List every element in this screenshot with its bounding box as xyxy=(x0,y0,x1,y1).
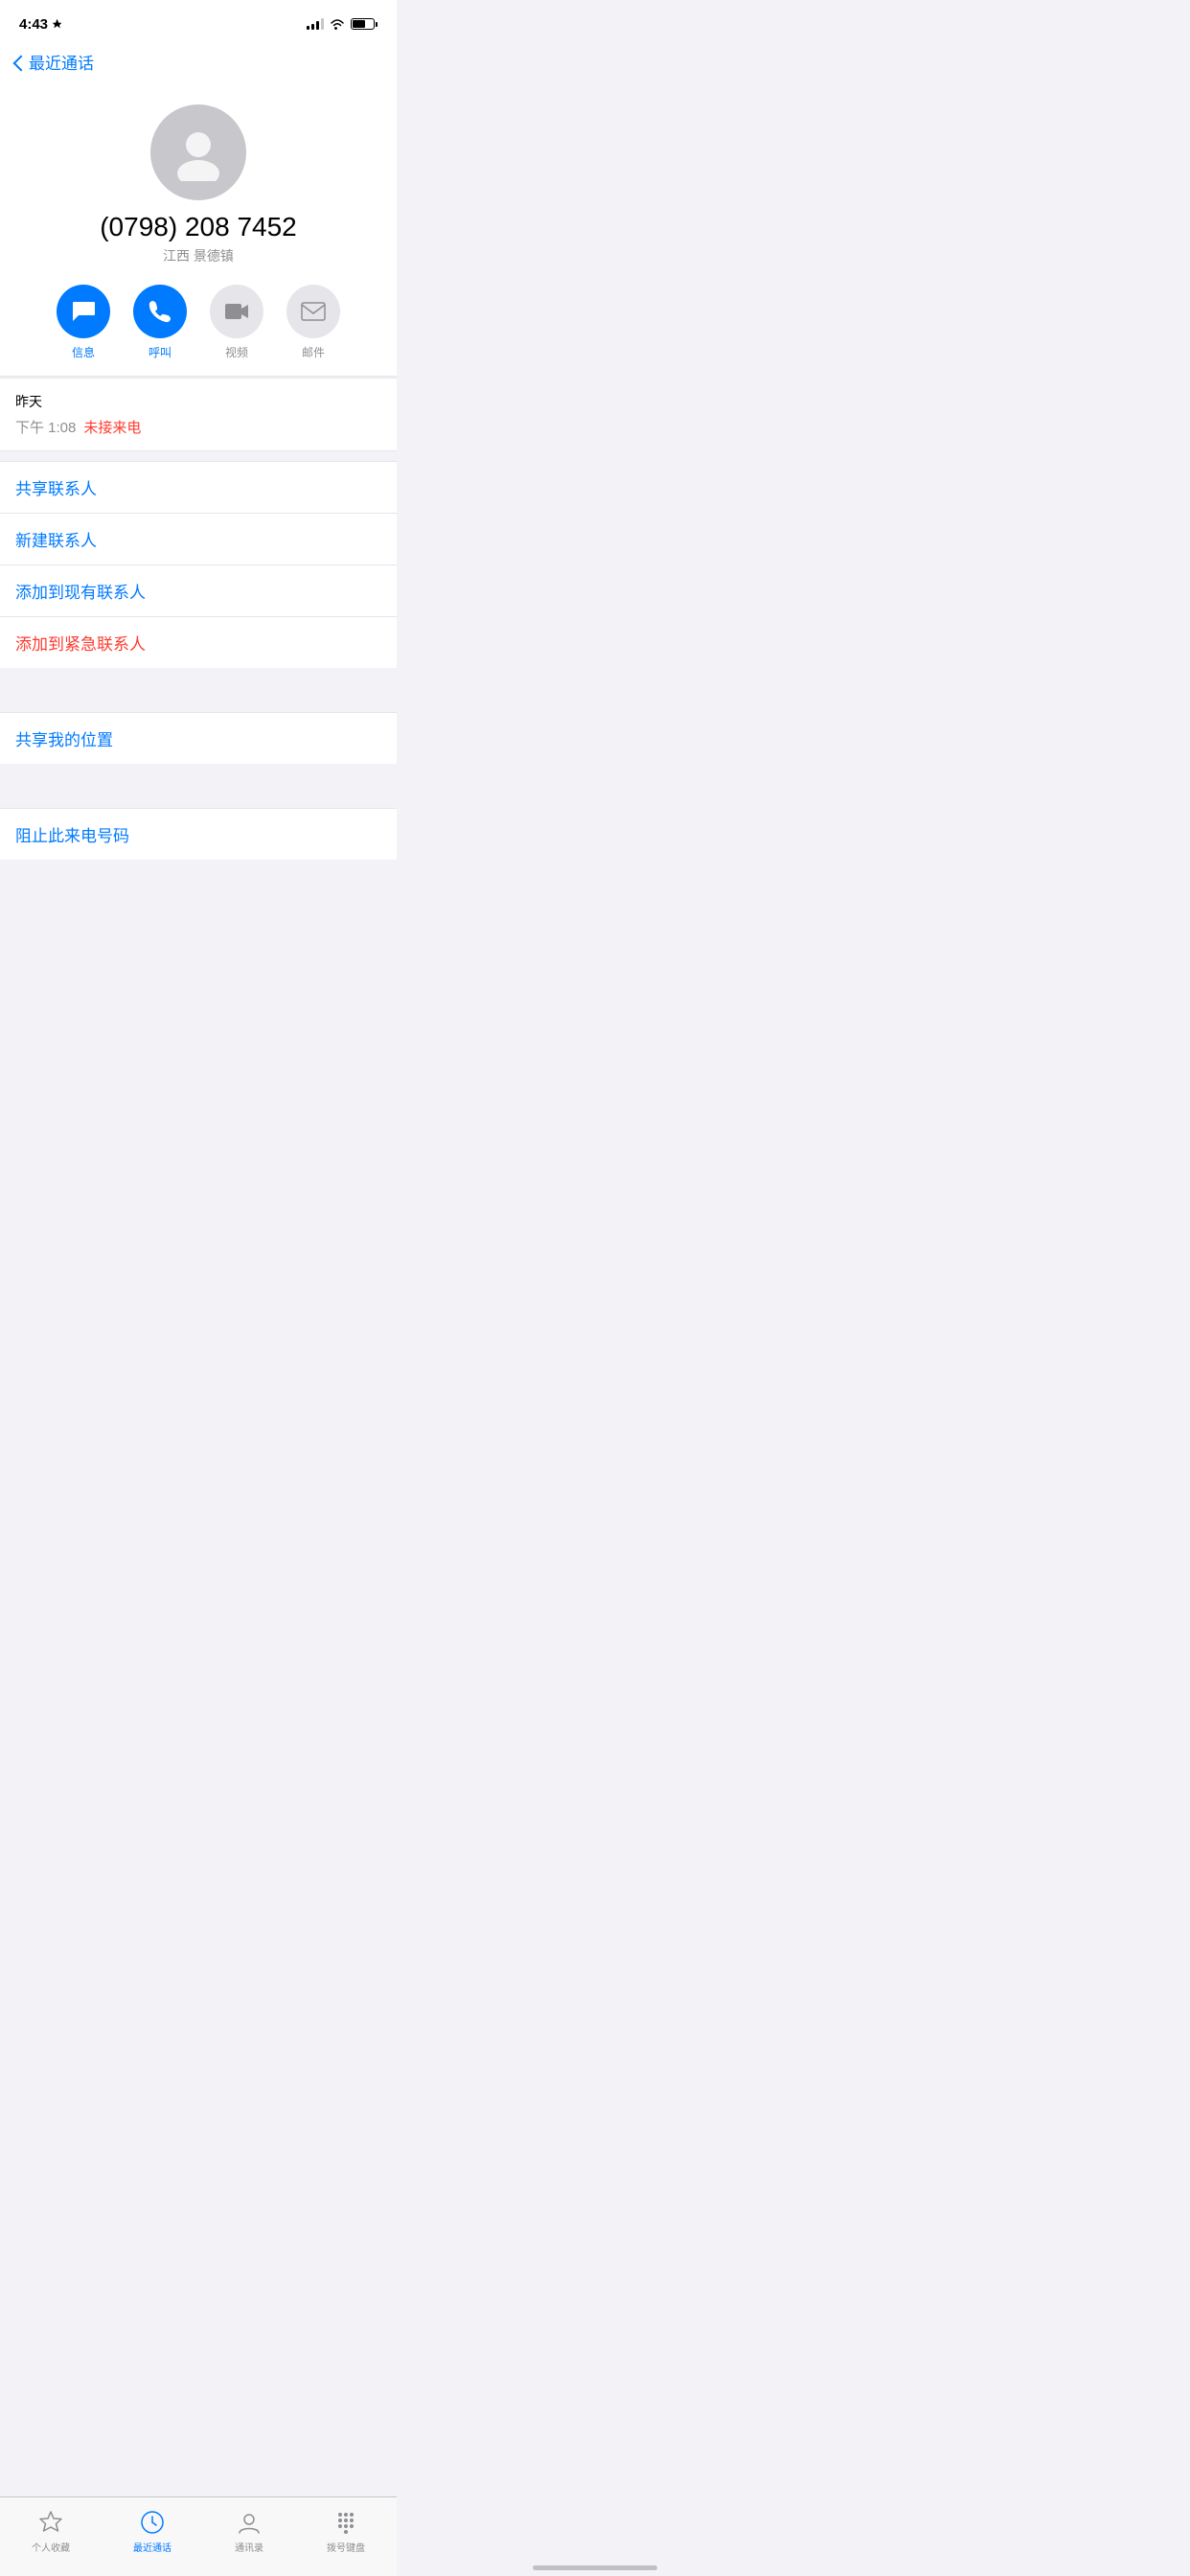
tab-favorites-label: 个人收藏 xyxy=(32,2540,70,2554)
message-label: 信息 xyxy=(72,344,95,360)
back-label: 最近通话 xyxy=(29,50,94,74)
status-icons xyxy=(307,18,378,30)
mail-action-button[interactable]: 邮件 xyxy=(286,285,340,360)
history-time: 下午 1:08 xyxy=(15,417,76,437)
avatar-placeholder-icon xyxy=(170,124,227,181)
block-number-button[interactable]: 阻止此来电号码 xyxy=(0,809,397,860)
status-time: 4:43 xyxy=(19,16,63,33)
call-history-section: 昨天 下午 1:08 未接来电 xyxy=(0,378,397,451)
add-to-existing-button[interactable]: 添加到现有联系人 xyxy=(0,565,397,617)
section-gap-3 xyxy=(0,860,397,879)
tab-bar: 个人收藏 最近通话 通讯录 xyxy=(0,2496,397,2576)
location-icon xyxy=(52,18,63,30)
tab-contacts[interactable]: 通讯录 xyxy=(235,2509,263,2554)
signal-icon xyxy=(307,18,324,30)
contact-location: 江西 景德镇 xyxy=(163,246,234,265)
tab-favorites[interactable]: 个人收藏 xyxy=(32,2509,70,2554)
home-indicator xyxy=(533,2565,657,2570)
location-section: 共享我的位置 xyxy=(0,712,397,764)
share-location-button[interactable]: 共享我的位置 xyxy=(0,713,397,764)
history-item: 下午 1:08 未接来电 xyxy=(15,417,381,437)
section-gap-2 xyxy=(0,764,397,798)
message-icon-circle xyxy=(57,285,110,338)
keypad-icon xyxy=(332,2509,359,2536)
tab-recents[interactable]: 最近通话 xyxy=(133,2509,172,2554)
video-label: 视频 xyxy=(225,344,248,360)
video-icon xyxy=(224,301,249,322)
share-contact-button[interactable]: 共享联系人 xyxy=(0,462,397,514)
video-icon-circle xyxy=(210,285,263,338)
back-button[interactable]: 最近通话 xyxy=(15,50,94,74)
tab-recents-label: 最近通话 xyxy=(133,2540,172,2554)
tab-keypad-label: 拨号键盘 xyxy=(327,2540,365,2554)
history-date: 昨天 xyxy=(15,392,381,411)
chevron-left-icon xyxy=(15,55,25,70)
contacts-icon xyxy=(236,2509,263,2536)
mail-icon-circle xyxy=(286,285,340,338)
call-icon-circle xyxy=(133,285,187,338)
tab-keypad[interactable]: 拨号键盘 xyxy=(327,2509,365,2554)
tab-contacts-label: 通讯录 xyxy=(235,2540,263,2554)
block-section: 阻止此来电号码 xyxy=(0,808,397,860)
message-action-button[interactable]: 信息 xyxy=(57,285,110,360)
time-display: 4:43 xyxy=(19,16,48,33)
recents-icon xyxy=(139,2509,166,2536)
wifi-icon xyxy=(330,18,345,30)
call-label: 呼叫 xyxy=(149,344,172,360)
avatar xyxy=(150,104,246,200)
message-icon xyxy=(71,300,96,323)
contact-number: (0798) 208 7452 xyxy=(100,212,297,242)
nav-bar: 最近通话 xyxy=(0,42,397,85)
status-bar: 4:43 xyxy=(0,0,397,42)
add-emergency-button[interactable]: 添加到紧急联系人 xyxy=(0,617,397,668)
battery-icon xyxy=(351,18,378,30)
action-buttons: 信息 呼叫 视频 xyxy=(15,285,381,360)
call-icon xyxy=(148,299,172,324)
contact-actions-section: 共享联系人 新建联系人 添加到现有联系人 添加到紧急联系人 xyxy=(0,461,397,668)
new-contact-button[interactable]: 新建联系人 xyxy=(0,514,397,565)
video-action-button[interactable]: 视频 xyxy=(210,285,263,360)
mail-label: 邮件 xyxy=(302,344,325,360)
history-status: 未接来电 xyxy=(83,417,141,437)
contact-section: (0798) 208 7452 江西 景德镇 信息 呼叫 xyxy=(0,85,397,377)
section-gap-1 xyxy=(0,668,397,702)
call-action-button[interactable]: 呼叫 xyxy=(133,285,187,360)
mail-icon xyxy=(301,301,326,322)
favorites-icon xyxy=(37,2509,64,2536)
